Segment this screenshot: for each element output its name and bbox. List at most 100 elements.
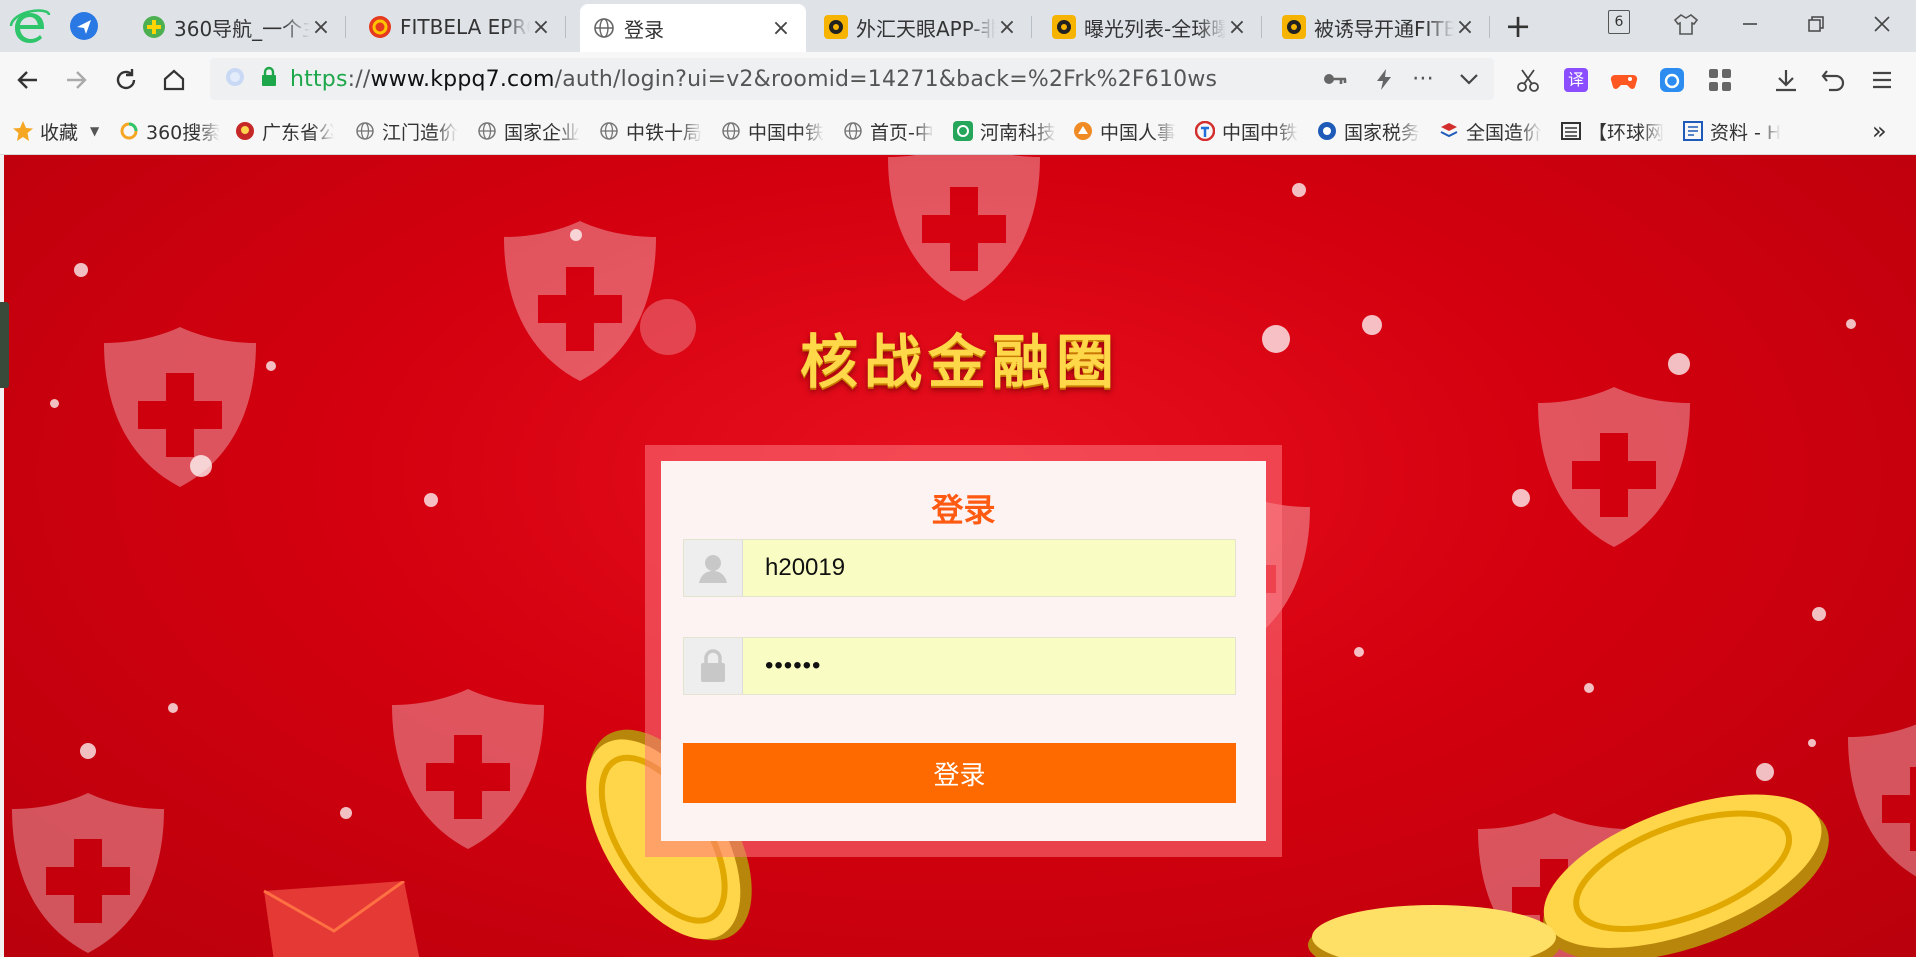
reload-icon[interactable] xyxy=(108,62,144,98)
side-widget-handle[interactable] xyxy=(0,302,9,388)
undo-icon[interactable] xyxy=(1818,64,1850,96)
bookmark-item[interactable]: 360搜索 xyxy=(118,118,222,144)
back-arrow-icon[interactable] xyxy=(10,62,46,98)
bookmark-item[interactable]: 广东省公 xyxy=(234,118,334,144)
scissors-icon[interactable] xyxy=(1512,64,1544,96)
navigation-bar: https://www.kppq7.com/auth/login?ui=v2&r… xyxy=(0,52,1916,106)
tax-bureau-icon xyxy=(1316,120,1338,142)
url-path: /auth/login?ui=v2&roomid=14271&back=%2Fr… xyxy=(554,66,1218,92)
watermark-shield-icon xyxy=(12,793,164,953)
cloud-drive-icon[interactable] xyxy=(1656,64,1688,96)
snow-dot xyxy=(1354,647,1364,657)
globe-icon xyxy=(842,120,864,142)
new-tab-button[interactable]: + xyxy=(1498,8,1538,44)
favorites-button[interactable]: 收藏 ▼ xyxy=(12,118,99,144)
bookmark-label: 国家企业 xyxy=(504,121,581,144)
tab-login[interactable]: 登录 × xyxy=(580,4,806,52)
snow-dot xyxy=(1812,607,1826,621)
apps-grid-icon[interactable] xyxy=(1704,64,1736,96)
gold-coin-image xyxy=(1308,905,1560,957)
bookmark-item[interactable]: 国家税务 xyxy=(1316,118,1420,144)
key-icon[interactable] xyxy=(1322,68,1348,95)
tab-close-button[interactable]: × xyxy=(1226,15,1248,40)
translate-icon-label: 译 xyxy=(1564,68,1588,92)
tab-exposure-list[interactable]: 曝光列表-全球曝 × xyxy=(1040,4,1262,50)
tab-strip: 360导航_一个主 × FITBELA EPRO × 登录 × 外汇天眼APP-… xyxy=(0,0,1916,53)
snow-dot xyxy=(1512,489,1530,507)
skin-icon[interactable] xyxy=(1664,4,1708,44)
tab-close-button[interactable]: × xyxy=(530,15,552,40)
username-input[interactable] xyxy=(743,540,1235,596)
bookmark-item[interactable]: 首页-中 xyxy=(842,118,942,144)
tab-fx-eye[interactable]: 外汇天眼APP-非 × xyxy=(812,4,1032,50)
bookmark-item[interactable]: 中铁十局 xyxy=(598,118,704,144)
url-separator: :// xyxy=(347,66,371,92)
bookmark-item[interactable]: 中国中铁 xyxy=(1194,118,1298,144)
snow-dot xyxy=(1292,183,1306,197)
globe-icon xyxy=(476,120,498,142)
tab-title: 被诱导开通FITBE xyxy=(1314,16,1454,41)
bookmark-item[interactable]: 全国造价 xyxy=(1438,118,1542,144)
snow-dot xyxy=(50,399,59,408)
tab-count-badge[interactable]: 6 xyxy=(1608,10,1630,34)
henan-tech-icon xyxy=(952,120,974,142)
snow-dot xyxy=(1756,763,1774,781)
bookmark-item[interactable]: 国家企业 xyxy=(476,118,582,144)
game-controller-icon[interactable] xyxy=(1608,64,1640,96)
restore-icon[interactable] xyxy=(1794,4,1838,44)
bookmark-label: 国家税务 xyxy=(1344,121,1420,144)
forward-arrow-icon[interactable] xyxy=(58,62,94,98)
tab-fitbela[interactable]: FITBELA EPRO × xyxy=(356,4,566,50)
bookmark-item[interactable]: 【环球网 xyxy=(1560,118,1668,144)
caret-down-icon[interactable]: ▼ xyxy=(90,124,99,138)
tab-close-button[interactable]: × xyxy=(1454,15,1476,40)
bookmark-item[interactable]: 中国人事 xyxy=(1072,118,1176,144)
pinned-navigation-tab[interactable] xyxy=(68,10,100,42)
bookmark-item[interactable]: 资料 - H xyxy=(1682,118,1786,144)
login-heading: 登录 xyxy=(931,491,996,529)
password-input[interactable] xyxy=(743,638,1235,694)
lock-icon xyxy=(260,66,278,93)
login-submit-button[interactable]: 登录 xyxy=(683,743,1236,803)
translate-icon[interactable]: 译 xyxy=(1560,64,1592,96)
tab-close-button[interactable]: × xyxy=(770,16,792,41)
personnel-emblem-icon xyxy=(1072,120,1094,142)
tab-induced[interactable]: 被诱导开通FITBE × xyxy=(1270,4,1490,50)
favorites-label: 收藏 xyxy=(40,121,79,144)
tab-360-nav[interactable]: 360导航_一个主 × xyxy=(130,4,346,50)
bookmark-label: 中国人事 xyxy=(1100,121,1176,144)
bookmark-label: 广东省公 xyxy=(262,121,334,144)
minimize-icon[interactable] xyxy=(1728,4,1772,44)
lightning-icon[interactable] xyxy=(1374,67,1394,96)
tab-close-button[interactable]: × xyxy=(310,15,332,40)
bookmark-label: 中国中铁 xyxy=(748,121,825,144)
red-envelope-image xyxy=(263,881,420,957)
site-title: 核战金融圈 xyxy=(799,328,1120,396)
more-options-icon[interactable]: ⋯ xyxy=(1412,66,1434,91)
home-icon[interactable] xyxy=(156,62,192,98)
bookmark-label: 江门造价 xyxy=(382,121,459,144)
chevron-down-icon[interactable] xyxy=(1458,68,1480,95)
bookmark-item[interactable]: 中国中铁 xyxy=(720,118,826,144)
bookmark-item[interactable]: 江门造价 xyxy=(354,118,460,144)
bookmark-item[interactable]: 河南科技 xyxy=(952,118,1056,144)
360-search-icon xyxy=(118,120,140,142)
globe-icon xyxy=(592,16,616,40)
more-bookmarks-button[interactable]: » xyxy=(1872,117,1887,145)
watermark-shield-icon xyxy=(888,155,1040,301)
tab-title: 曝光列表-全球曝 xyxy=(1084,16,1226,41)
menu-icon[interactable] xyxy=(1866,64,1898,96)
bookmark-label: 资料 - H xyxy=(1710,121,1782,144)
page-info-icon[interactable] xyxy=(224,66,246,93)
watermark-shield-icon xyxy=(392,689,544,849)
snow-dot xyxy=(74,263,88,277)
snow-dot xyxy=(1584,683,1594,693)
address-bar[interactable]: https://www.kppq7.com/auth/login?ui=v2&r… xyxy=(210,58,1494,100)
browser-logo-icon[interactable] xyxy=(8,4,52,48)
url-text[interactable]: https://www.kppq7.com/auth/login?ui=v2&r… xyxy=(290,67,1217,92)
user-icon xyxy=(684,540,743,596)
window-close-icon[interactable] xyxy=(1860,4,1904,44)
download-icon[interactable] xyxy=(1770,64,1802,96)
tab-close-button[interactable]: × xyxy=(996,15,1018,40)
login-panel: 登录 登录 xyxy=(645,445,1282,857)
